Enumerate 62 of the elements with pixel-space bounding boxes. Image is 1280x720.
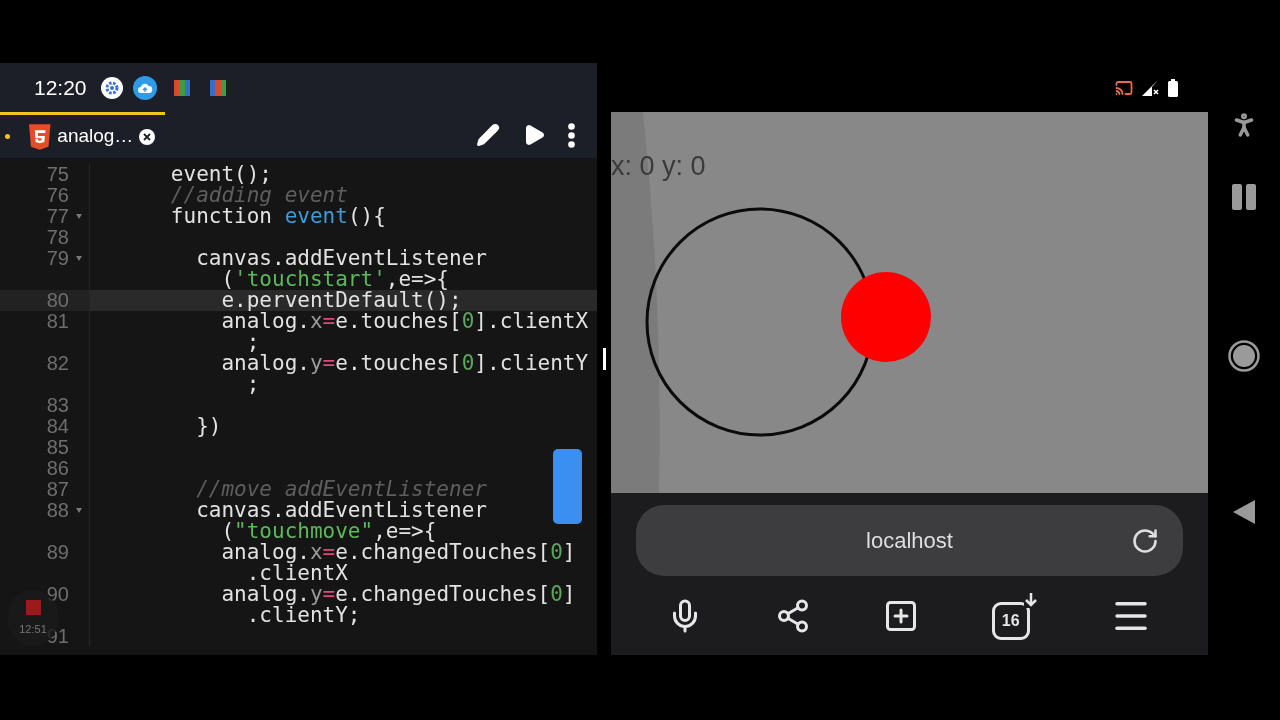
- code-text: }): [195, 416, 222, 437]
- code-text: .clientY;: [246, 605, 361, 626]
- code-text: analog.y=e.touches[0].clientY: [220, 353, 589, 374]
- line-number: 80: [46, 290, 69, 311]
- code-text: ('touchstart',e=>{: [220, 269, 449, 290]
- battery-icon: [1168, 78, 1178, 97]
- line-number: 85: [46, 437, 69, 458]
- back-icon[interactable]: [1233, 500, 1255, 524]
- line-number: 78: [46, 227, 69, 248]
- line-number: 87: [46, 479, 69, 500]
- more-icon: [568, 122, 575, 148]
- split-handle[interactable]: [602, 348, 606, 370]
- home-icon[interactable]: [1228, 340, 1260, 372]
- address-text: localhost: [866, 527, 953, 555]
- app-icon: [172, 78, 191, 97]
- code-text: canvas.addEventListener: [195, 248, 487, 269]
- line-number: 91: [46, 626, 69, 647]
- line-number: 81: [46, 311, 69, 332]
- line-number: 79: [46, 248, 69, 269]
- scroll-handle[interactable]: [553, 449, 582, 524]
- app-icon: [208, 78, 227, 97]
- code-text: event();: [169, 164, 272, 185]
- code-text: canvas.addEventListener: [195, 500, 487, 521]
- line-number: 76: [46, 185, 69, 206]
- line-number: 86: [46, 458, 69, 479]
- code-text: ;: [246, 332, 260, 353]
- line-number: 88: [46, 500, 69, 521]
- code-text: analog.y=e.changedTouches[0]: [220, 584, 576, 605]
- code-text: e.perventDefault();: [220, 290, 462, 311]
- code-text: //move addEventListener: [195, 479, 487, 500]
- html-file-icon: [27, 122, 52, 151]
- status-time: 12:20: [34, 74, 87, 101]
- cloud-upload-icon: [132, 75, 157, 100]
- cast-icon: [1114, 78, 1134, 97]
- split-screen-icon[interactable]: [1232, 184, 1256, 210]
- line-number: 84: [46, 416, 69, 437]
- line-number: 83: [46, 395, 69, 416]
- fold-icon[interactable]: [76, 214, 82, 219]
- close-icon[interactable]: [139, 128, 155, 145]
- edit-button[interactable]: [476, 123, 500, 147]
- line-number: 90: [46, 584, 69, 605]
- recording-time: 12:51: [19, 622, 47, 635]
- fold-icon[interactable]: [76, 256, 82, 261]
- reload-icon[interactable]: [1131, 526, 1159, 555]
- fold-icon[interactable]: [76, 508, 82, 513]
- address-bar[interactable]: localhost: [636, 505, 1183, 576]
- line-number: 75: [46, 164, 69, 185]
- more-button[interactable]: [568, 122, 575, 148]
- line-number: 89: [46, 542, 69, 563]
- code-text: function event(){: [169, 206, 386, 227]
- code-text: .clientX: [246, 563, 348, 584]
- code-text: analog.x=e.touches[0].clientX: [220, 311, 589, 332]
- settings-icon: [100, 76, 123, 99]
- tab-title: analog…: [57, 124, 134, 149]
- coordinate-readout: x: 0 y: 0: [611, 150, 706, 183]
- pencil-icon: [476, 123, 500, 147]
- code-text: ;: [246, 374, 260, 395]
- code-text: //adding event: [169, 185, 348, 206]
- line-number: 82: [46, 353, 69, 374]
- code-text: analog.x=e.changedTouches[0]: [220, 542, 576, 563]
- line-number: 77: [46, 206, 69, 227]
- code-text: ("touchmove",e=>{: [220, 521, 437, 542]
